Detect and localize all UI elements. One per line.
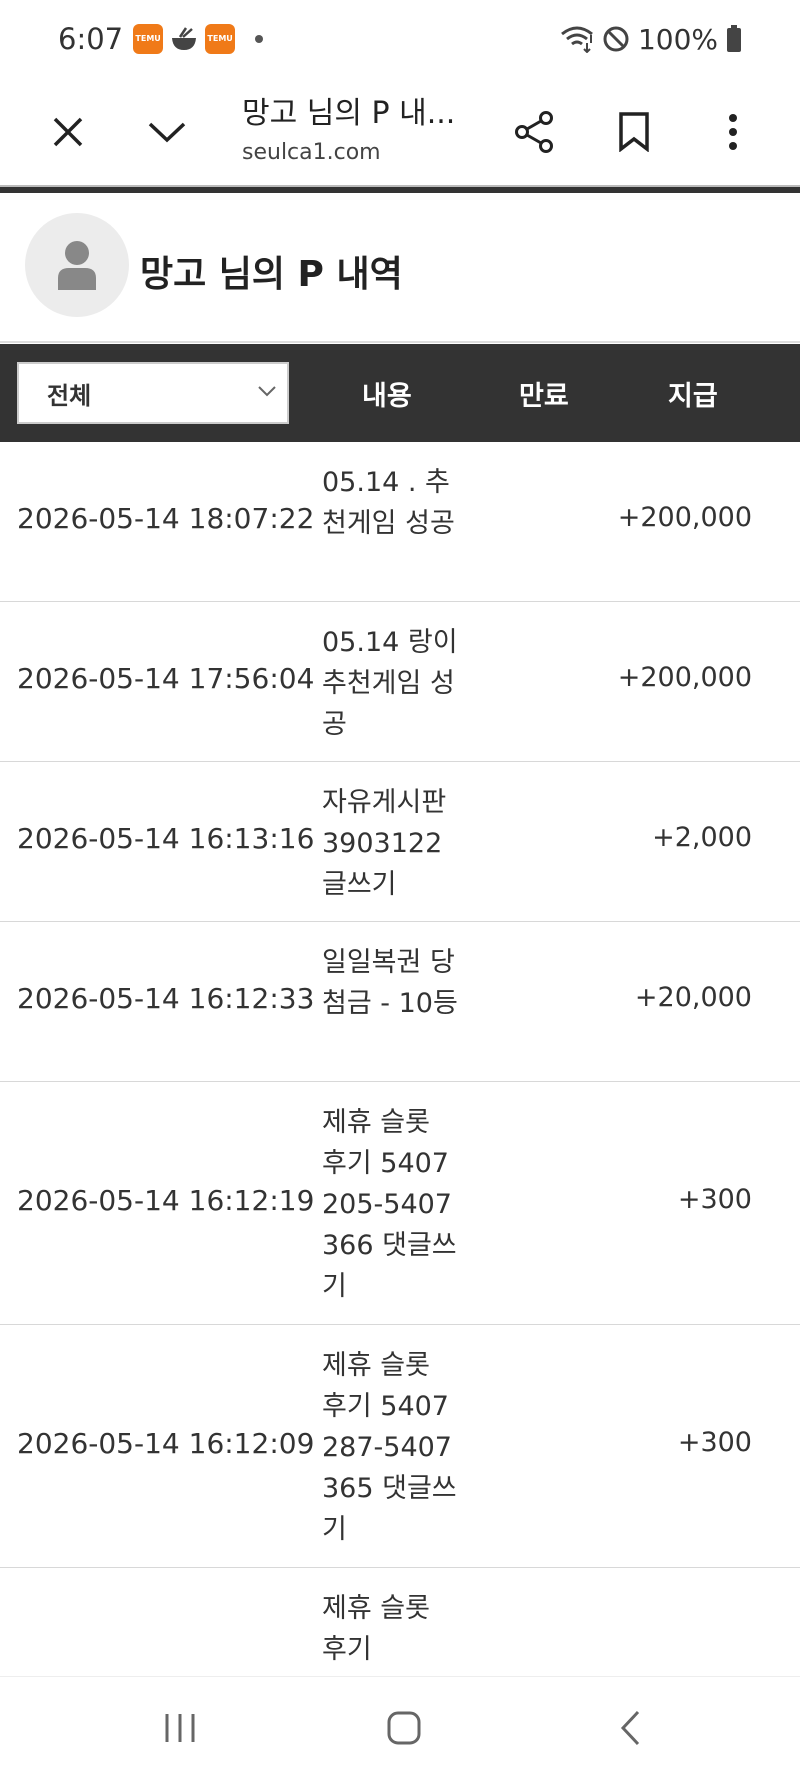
bookmark-button[interactable] [604, 102, 664, 162]
more-notifications-dot [255, 35, 264, 43]
table-row: 2026-05-14 17:56:04 05.14 랑이 추천게임 성공 +20… [0, 602, 800, 762]
more-options-button[interactable] [703, 102, 763, 162]
row-amount: +300 [677, 1427, 752, 1458]
row-description: 자유게시판 3903122 글쓰기 [322, 787, 447, 900]
table-row: 2026-05-14 16:12:09 제휴 슬롯 후기 5407287-540… [0, 1325, 800, 1568]
row-amount: +200,000 [617, 662, 752, 693]
system-navigation-bar [0, 1676, 800, 1778]
toolbar-divider [0, 185, 800, 193]
row-description: 제휴 슬롯 후기 5407205-5407366 댓글쓰기 [322, 1107, 457, 1302]
column-header-content: 내용 [362, 381, 412, 412]
status-bar: 6:07 TEMU TEMU 100% [0, 0, 800, 78]
temu-icon: TEMU [133, 24, 164, 54]
browser-toolbar: 망고 님의 P 내... seulca1.com [0, 78, 800, 186]
battery-percent: 100% [637, 22, 718, 56]
row-date: 2026-05-14 17:56:04 [17, 662, 315, 695]
row-description: 05.14 . 추천게임 성공 [322, 467, 455, 539]
chevron-down-icon [258, 386, 276, 397]
row-date: 2026-05-14 18:07:22 [17, 502, 315, 535]
close-button[interactable] [38, 102, 98, 162]
bowl-icon [169, 24, 199, 54]
status-time: 6:07 [58, 22, 124, 56]
row-amount: +20,000 [634, 982, 752, 1013]
row-description: 제휴 슬롯 후기 5407287-5407365 댓글쓰기 [322, 1350, 457, 1545]
row-description: 05.14 랑이 추천게임 성공 [322, 627, 458, 740]
row-amount: +300 [677, 1184, 752, 1215]
row-date: 2026-05-14 16:13:16 [17, 822, 315, 855]
table-header: 전체 내용 만료 지급 [0, 344, 800, 442]
column-header-amount: 지급 [668, 381, 718, 412]
row-description: 제휴 슬롯 후기 [322, 1593, 430, 1665]
profile-title: 망고 님의 P 내역 [140, 254, 403, 295]
status-right: 100% [560, 23, 742, 56]
filter-select[interactable]: 전체 [17, 362, 289, 424]
notification-icons: TEMU TEMU [133, 24, 264, 54]
user-icon [58, 241, 96, 290]
bookmark-icon [619, 112, 649, 152]
column-header-expiry: 만료 [519, 381, 569, 412]
table-row: 제휴 슬롯 후기 [0, 1568, 800, 1688]
row-description: 일일복권 당첨금 - 10등 [322, 947, 458, 1019]
table-row: 2026-05-14 16:12:19 제휴 슬롯 후기 5407205-540… [0, 1082, 800, 1325]
row-amount: +200,000 [617, 502, 752, 533]
do-not-disturb-icon [603, 26, 629, 52]
recent-apps-button[interactable] [150, 1703, 210, 1753]
minimize-button[interactable] [137, 102, 197, 162]
chevron-down-icon [148, 122, 186, 143]
table-row: 2026-05-14 16:12:33 일일복권 당첨금 - 10등 +20,0… [0, 922, 800, 1082]
home-button[interactable] [374, 1703, 434, 1753]
more-vertical-icon [729, 114, 737, 150]
share-button[interactable] [504, 102, 564, 162]
page-url[interactable]: seulca1.com [242, 140, 381, 165]
temu-icon: TEMU [205, 24, 236, 54]
table-row: 2026-05-14 16:13:16 자유게시판 3903122 글쓰기 +2… [0, 762, 800, 922]
row-date: 2026-05-14 16:12:19 [17, 1184, 315, 1217]
avatar [25, 213, 129, 317]
wifi-icon [561, 26, 593, 53]
row-date: 2026-05-14 16:12:33 [17, 982, 315, 1015]
row-amount: +2,000 [652, 822, 752, 853]
battery-icon [727, 25, 741, 52]
row-date: 2026-05-14 16:12:09 [17, 1427, 315, 1460]
back-button[interactable] [600, 1703, 660, 1753]
table-row: 2026-05-14 18:07:22 05.14 . 추천게임 성공 +200… [0, 442, 800, 602]
filter-value: 전체 [47, 381, 92, 410]
page-title: 망고 님의 P 내... [242, 96, 456, 131]
close-icon [53, 117, 83, 147]
profile-header: 망고 님의 P 내역 [0, 193, 800, 343]
recent-apps-icon [165, 1714, 195, 1742]
back-icon [620, 1710, 640, 1746]
home-icon [387, 1711, 421, 1745]
share-icon [515, 111, 553, 153]
